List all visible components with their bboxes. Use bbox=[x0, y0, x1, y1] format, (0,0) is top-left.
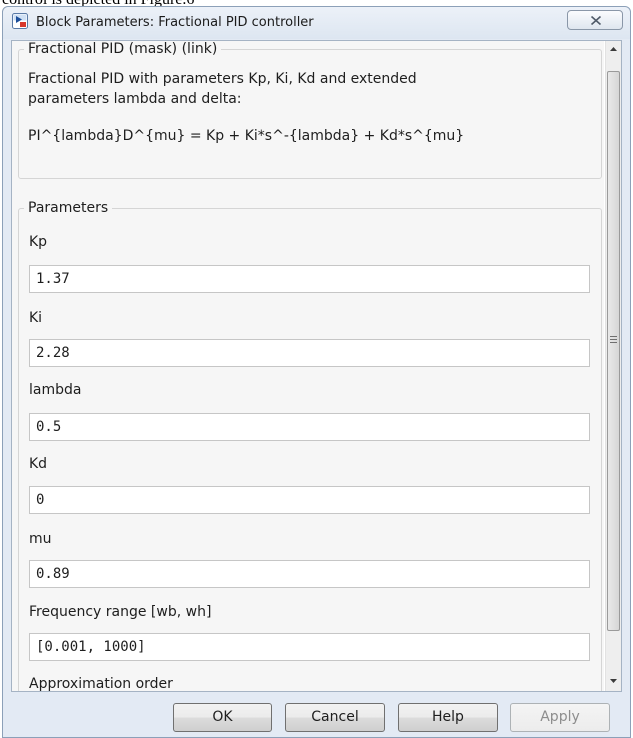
help-button[interactable]: Help bbox=[398, 703, 498, 732]
scrollbar-thumb[interactable] bbox=[607, 71, 620, 631]
scroll-down-button[interactable] bbox=[606, 673, 621, 690]
frequency-range-field[interactable] bbox=[29, 633, 590, 661]
block-parameters-dialog: Block Parameters: Fractional PID control… bbox=[2, 6, 631, 738]
description-line-2: parameters lambda and delta: bbox=[28, 91, 242, 107]
frequency-range-label: Frequency range [wb, wh] bbox=[29, 604, 212, 620]
grip-icon bbox=[610, 336, 617, 344]
kp-label: Kp bbox=[29, 234, 48, 250]
ki-field[interactable] bbox=[29, 339, 590, 367]
vertical-scrollbar[interactable] bbox=[605, 41, 621, 691]
lambda-field[interactable] bbox=[29, 413, 590, 441]
simulink-block-icon bbox=[12, 13, 28, 29]
window-title: Block Parameters: Fractional PID control… bbox=[36, 15, 314, 30]
chevron-down-icon bbox=[610, 679, 617, 683]
transfer-function-formula: PI^{lambda}D^{mu} = Kp + Ki*s^-{lambda} … bbox=[28, 128, 465, 144]
parameters-scroll-content: Fractional PID (mask) (link) Fractional … bbox=[12, 41, 604, 691]
ki-label: Ki bbox=[29, 310, 43, 326]
kd-label: Kd bbox=[29, 456, 48, 472]
lambda-label: lambda bbox=[29, 382, 82, 398]
ok-button[interactable]: OK bbox=[173, 703, 272, 732]
kd-field[interactable] bbox=[29, 486, 590, 514]
description-line-1: Fractional PID with parameters Kp, Ki, K… bbox=[28, 71, 417, 87]
close-button[interactable] bbox=[567, 10, 623, 30]
scroll-up-button[interactable] bbox=[606, 41, 621, 58]
dialog-client-area: Fractional PID (mask) (link) Fractional … bbox=[11, 40, 622, 692]
approximation-order-label: Approximation order bbox=[29, 676, 173, 691]
chevron-up-icon bbox=[610, 47, 617, 51]
mu-field[interactable] bbox=[29, 560, 590, 588]
parameters-group-title: Parameters bbox=[24, 200, 113, 216]
description-group-title: Fractional PID (mask) (link) bbox=[24, 41, 222, 57]
cancel-button[interactable]: Cancel bbox=[285, 703, 385, 732]
close-icon bbox=[590, 16, 602, 25]
apply-button[interactable]: Apply bbox=[510, 703, 610, 732]
kp-field[interactable] bbox=[29, 265, 590, 293]
mu-label: mu bbox=[29, 531, 52, 547]
title-bar[interactable]: Block Parameters: Fractional PID control… bbox=[3, 7, 630, 39]
